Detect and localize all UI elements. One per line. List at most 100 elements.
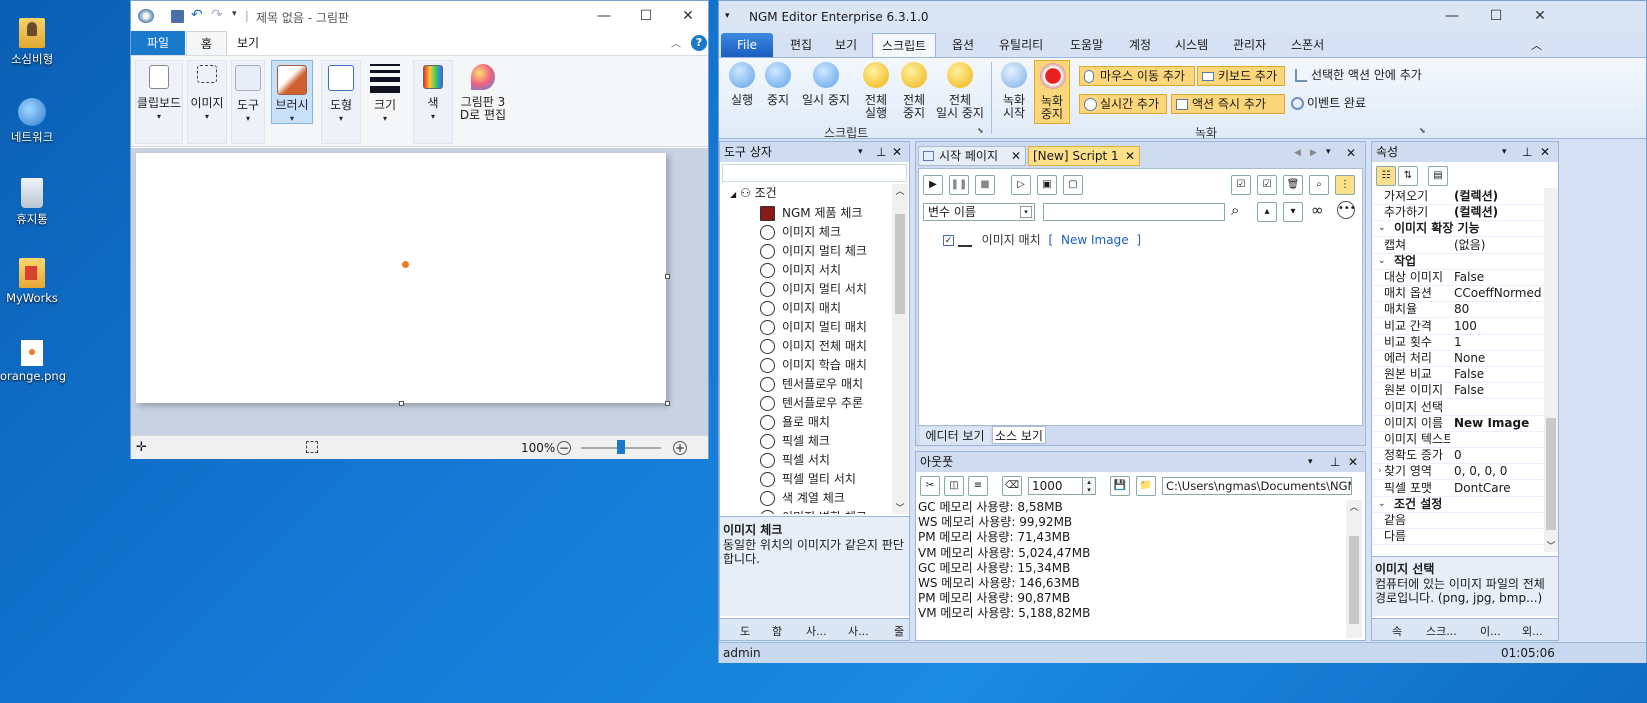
link-icon[interactable]: ∞ bbox=[1311, 201, 1324, 219]
collapse-arrow-icon[interactable]: ⌄ bbox=[1378, 253, 1386, 270]
help-icon[interactable]: ? bbox=[691, 35, 707, 51]
pin-icon[interactable]: ⊥ bbox=[1522, 142, 1532, 162]
zoom-slider-thumb[interactable] bbox=[617, 440, 625, 454]
pause-button[interactable]: 일시 중지 bbox=[799, 62, 853, 124]
open-folder-icon[interactable]: 📁 bbox=[1136, 476, 1156, 496]
property-row[interactable]: 이미지 선택 bbox=[1372, 399, 1544, 416]
property-row[interactable]: 원본 이미지 False bbox=[1372, 382, 1544, 400]
stop-all-button[interactable]: 전체 중지 bbox=[897, 62, 931, 124]
sort-alpha-icon[interactable]: ⇅ bbox=[1398, 166, 1418, 186]
brushes-group[interactable]: 브러시 ▾ bbox=[271, 60, 313, 124]
run-button[interactable]: 실행 bbox=[725, 62, 759, 124]
scroll-down-icon[interactable]: ﹀ bbox=[1544, 539, 1558, 552]
quick-access-menu-icon[interactable]: ▾ bbox=[725, 11, 730, 21]
doc-tab-close-icon[interactable]: ✕ bbox=[1125, 147, 1135, 165]
tab-file[interactable]: 파일 bbox=[131, 31, 186, 55]
property-value[interactable]: 0 bbox=[1454, 447, 1462, 464]
add-keyboard-button[interactable]: 키보드 추가 bbox=[1197, 66, 1285, 86]
desktop-icon-myworks[interactable]: MyWorks bbox=[0, 258, 64, 305]
script-node[interactable]: ✓ 이미지 매치 [ New Image ] bbox=[943, 231, 1141, 249]
check-all-icon[interactable]: ☑ bbox=[1257, 175, 1277, 195]
more-icon[interactable]: ••• bbox=[1337, 201, 1356, 219]
tree-view-icon[interactable]: ⋮ bbox=[1335, 175, 1355, 195]
scroll-thumb[interactable] bbox=[1349, 536, 1359, 624]
redo-icon[interactable]: ↷ bbox=[211, 7, 223, 23]
property-row[interactable]: 추가하기 (컬렉션) bbox=[1372, 204, 1544, 222]
collapse-arrow-icon[interactable]: ⌄ bbox=[1378, 496, 1386, 513]
minimize-button[interactable]: — bbox=[581, 1, 627, 31]
ngm-maximize-button[interactable]: ☐ bbox=[1473, 1, 1519, 31]
doc-nav-left-icon[interactable]: ◀ bbox=[1294, 148, 1301, 158]
property-value[interactable]: False bbox=[1454, 366, 1484, 383]
categorized-icon[interactable]: ☷ bbox=[1376, 166, 1396, 186]
step-into-icon[interactable]: ▣ bbox=[1037, 175, 1057, 195]
desktop-icon-recycle-bin[interactable]: 휴지통 bbox=[0, 178, 64, 227]
tab-properties[interactable]: 속 bbox=[1392, 623, 1402, 639]
run-all-button[interactable]: 전체 실행 bbox=[859, 62, 893, 124]
view-tab-editor[interactable]: 에디터 보기 bbox=[920, 427, 990, 445]
property-row[interactable]: 비교 횟수 1 bbox=[1372, 334, 1544, 351]
menu-system[interactable]: 시스템 bbox=[1166, 33, 1217, 57]
property-category[interactable]: 이미지 확장 기능 ⌄ bbox=[1372, 220, 1544, 238]
tab-images[interactable]: 이... bbox=[1480, 623, 1501, 639]
check-icon[interactable]: ☑ bbox=[1231, 175, 1251, 195]
toolbox-scrollbar[interactable]: ︿ ﹀ bbox=[892, 184, 908, 514]
scroll-thumb[interactable] bbox=[1546, 418, 1556, 530]
search-up-icon[interactable]: ▴ bbox=[1257, 202, 1277, 222]
expand-arrow-icon[interactable]: › bbox=[1378, 463, 1382, 480]
menu-options[interactable]: 옵션 bbox=[943, 33, 983, 57]
property-row[interactable]: 찾기 영역 › 0, 0, 0, 0 bbox=[1372, 463, 1544, 481]
property-value[interactable]: 80 bbox=[1454, 301, 1469, 318]
tab-lines[interactable]: 줄 bbox=[894, 623, 904, 639]
pane-close-icon[interactable]: ✕ bbox=[1348, 452, 1358, 472]
menu-account[interactable]: 계정 bbox=[1120, 33, 1160, 57]
add-realtime-button[interactable]: 실시간 추가 bbox=[1079, 94, 1167, 114]
property-row[interactable]: 매치 옵션 CCoeffNormed bbox=[1372, 285, 1544, 303]
image-group[interactable]: 이미지 ▾ bbox=[187, 60, 227, 144]
menu-script[interactable]: 스크립트 bbox=[872, 33, 937, 57]
desktop-icon-user[interactable]: 소심비형 bbox=[0, 18, 64, 67]
property-value[interactable]: DontCare bbox=[1454, 480, 1511, 497]
property-row[interactable]: 대상 이미지 False bbox=[1372, 269, 1544, 286]
desktop-icon-network[interactable]: 네트워크 bbox=[0, 98, 64, 145]
output-scrollbar[interactable]: ︿ bbox=[1346, 500, 1362, 638]
scroll-up-icon[interactable]: ︿ bbox=[892, 184, 908, 197]
undo-icon[interactable]: ↶ bbox=[191, 7, 203, 23]
zoom-out-button[interactable]: − bbox=[557, 441, 571, 455]
tools-group[interactable]: 도구 ▾ bbox=[231, 60, 265, 144]
scroll-thumb[interactable] bbox=[895, 214, 905, 314]
pause-all-button[interactable]: 전체 일시 중지 bbox=[933, 62, 987, 124]
property-value[interactable]: (컬렉션) bbox=[1454, 188, 1498, 205]
pin-icon[interactable]: ⊥ bbox=[876, 142, 886, 162]
record-stop-button[interactable]: 녹화 중지 bbox=[1034, 60, 1070, 124]
menu-admin[interactable]: 관리자 bbox=[1224, 33, 1275, 57]
property-value[interactable]: 0, 0, 0, 0 bbox=[1454, 463, 1507, 480]
doc-tab-start[interactable]: 시작 페이지 ✕ bbox=[918, 146, 1026, 166]
property-category[interactable]: 작업 ⌄ bbox=[1372, 253, 1544, 270]
property-row[interactable]: 정확도 증가 0 bbox=[1372, 447, 1544, 465]
output-path-input[interactable]: C:\Users\ngmas\Documents\NGM6\ bbox=[1162, 477, 1352, 495]
record-group-launcher-icon[interactable]: ⬊ bbox=[1419, 126, 1426, 135]
step-over-icon[interactable]: ▢ bbox=[1063, 175, 1083, 195]
tab-functions[interactable]: 함 bbox=[772, 623, 782, 639]
pane-close-icon[interactable]: ✕ bbox=[892, 142, 902, 162]
property-value[interactable]: False bbox=[1454, 382, 1484, 399]
quick-access-dropdown-icon[interactable]: ▾ bbox=[232, 9, 237, 19]
toolbox-search-input[interactable] bbox=[722, 164, 907, 182]
add-log-icon[interactable]: ◫ bbox=[944, 476, 964, 496]
tab-toolbox[interactable]: 도 bbox=[740, 623, 750, 639]
doc-nav-right-icon[interactable]: ▶ bbox=[1310, 148, 1317, 158]
stop-script-icon[interactable]: ■ bbox=[975, 175, 995, 195]
property-pages-icon[interactable]: ▤ bbox=[1428, 166, 1448, 186]
property-row[interactable]: 픽셀 포맷 DontCare bbox=[1372, 480, 1544, 497]
menu-view[interactable]: 보기 bbox=[826, 33, 866, 57]
property-row[interactable]: 에러 처리 None bbox=[1372, 350, 1544, 367]
search-down-icon[interactable]: ▾ bbox=[1283, 202, 1303, 222]
search-input[interactable] bbox=[1043, 203, 1225, 221]
size-button[interactable]: 크기 ▾ bbox=[365, 60, 405, 144]
menu-edit[interactable]: 편집 bbox=[781, 33, 821, 57]
step-play-icon[interactable]: ▷ bbox=[1011, 175, 1031, 195]
tab-view[interactable]: 보기 bbox=[228, 31, 268, 55]
variable-name-select[interactable]: 변수 이름 ▾ bbox=[923, 203, 1035, 221]
property-row[interactable]: 이미지 텍스트 bbox=[1372, 431, 1544, 448]
